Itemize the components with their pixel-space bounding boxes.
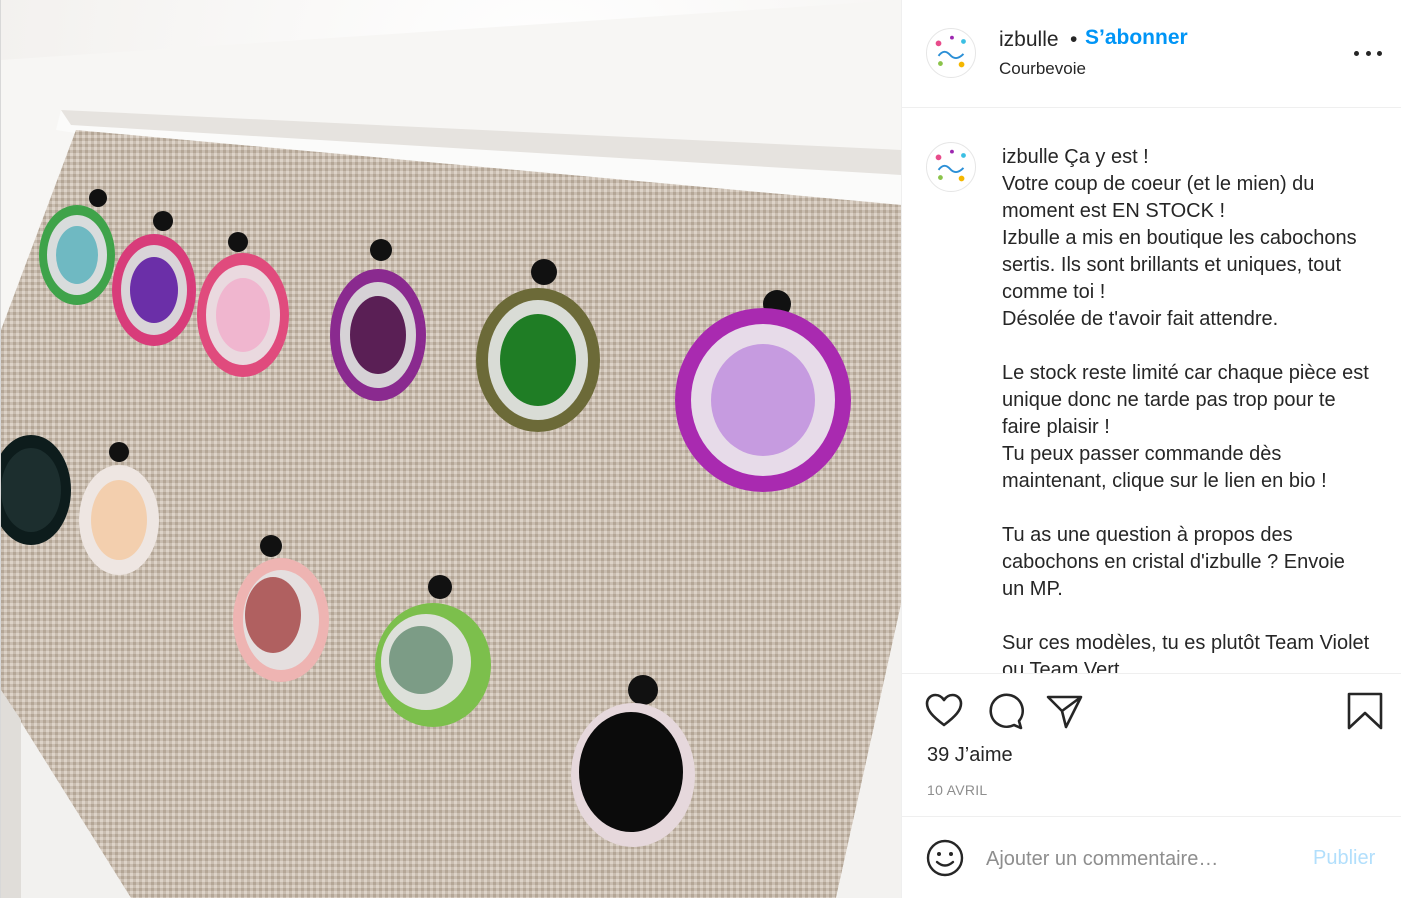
emoji-icon[interactable] — [926, 839, 964, 877]
avatar[interactable] — [926, 28, 976, 78]
bookmark-icon[interactable] — [1345, 691, 1385, 731]
username-link[interactable]: izbulle — [999, 28, 1059, 52]
post-actions: 39 J’aime 10 AVRIL — [902, 674, 1401, 817]
comment-icon[interactable] — [985, 691, 1025, 731]
caption-username[interactable]: izbulle — [1002, 146, 1059, 168]
post-photo[interactable] — [0, 0, 901, 898]
follow-button[interactable]: S’abonner — [1085, 26, 1188, 50]
izbulle-logo-icon — [927, 143, 975, 191]
more-dot — [1354, 50, 1359, 56]
post-date[interactable]: 10 AVRIL — [927, 782, 988, 798]
comment-input[interactable] — [986, 843, 1286, 875]
comment-bar: Publier — [902, 817, 1401, 898]
likes-count[interactable]: 39 J’aime — [927, 744, 1013, 767]
more-dot — [1377, 50, 1382, 56]
separator-dot: • — [1070, 28, 1078, 51]
post-side-panel: izbulle • S’abonner Courbevoie izbulle Ç… — [901, 0, 1401, 898]
caption-scroll-area[interactable]: izbulle Ça y est ! Votre coup de coeur (… — [902, 108, 1401, 674]
izbulle-logo-icon — [927, 29, 975, 77]
post-header: izbulle • S’abonner Courbevoie — [902, 0, 1401, 108]
publish-button[interactable]: Publier — [1313, 847, 1375, 870]
heart-icon[interactable] — [924, 691, 964, 731]
share-icon[interactable] — [1044, 691, 1084, 731]
more-dot — [1365, 50, 1371, 56]
post-caption: izbulle Ça y est ! Votre coup de coeur (… — [1002, 144, 1372, 674]
avatar[interactable] — [926, 142, 976, 192]
caption-text: Ça y est ! Votre coup de coeur (et le mi… — [1002, 146, 1370, 674]
earrings-photo — [1, 0, 901, 898]
location-link[interactable]: Courbevoie — [999, 59, 1086, 79]
more-options-icon[interactable] — [1354, 42, 1382, 64]
